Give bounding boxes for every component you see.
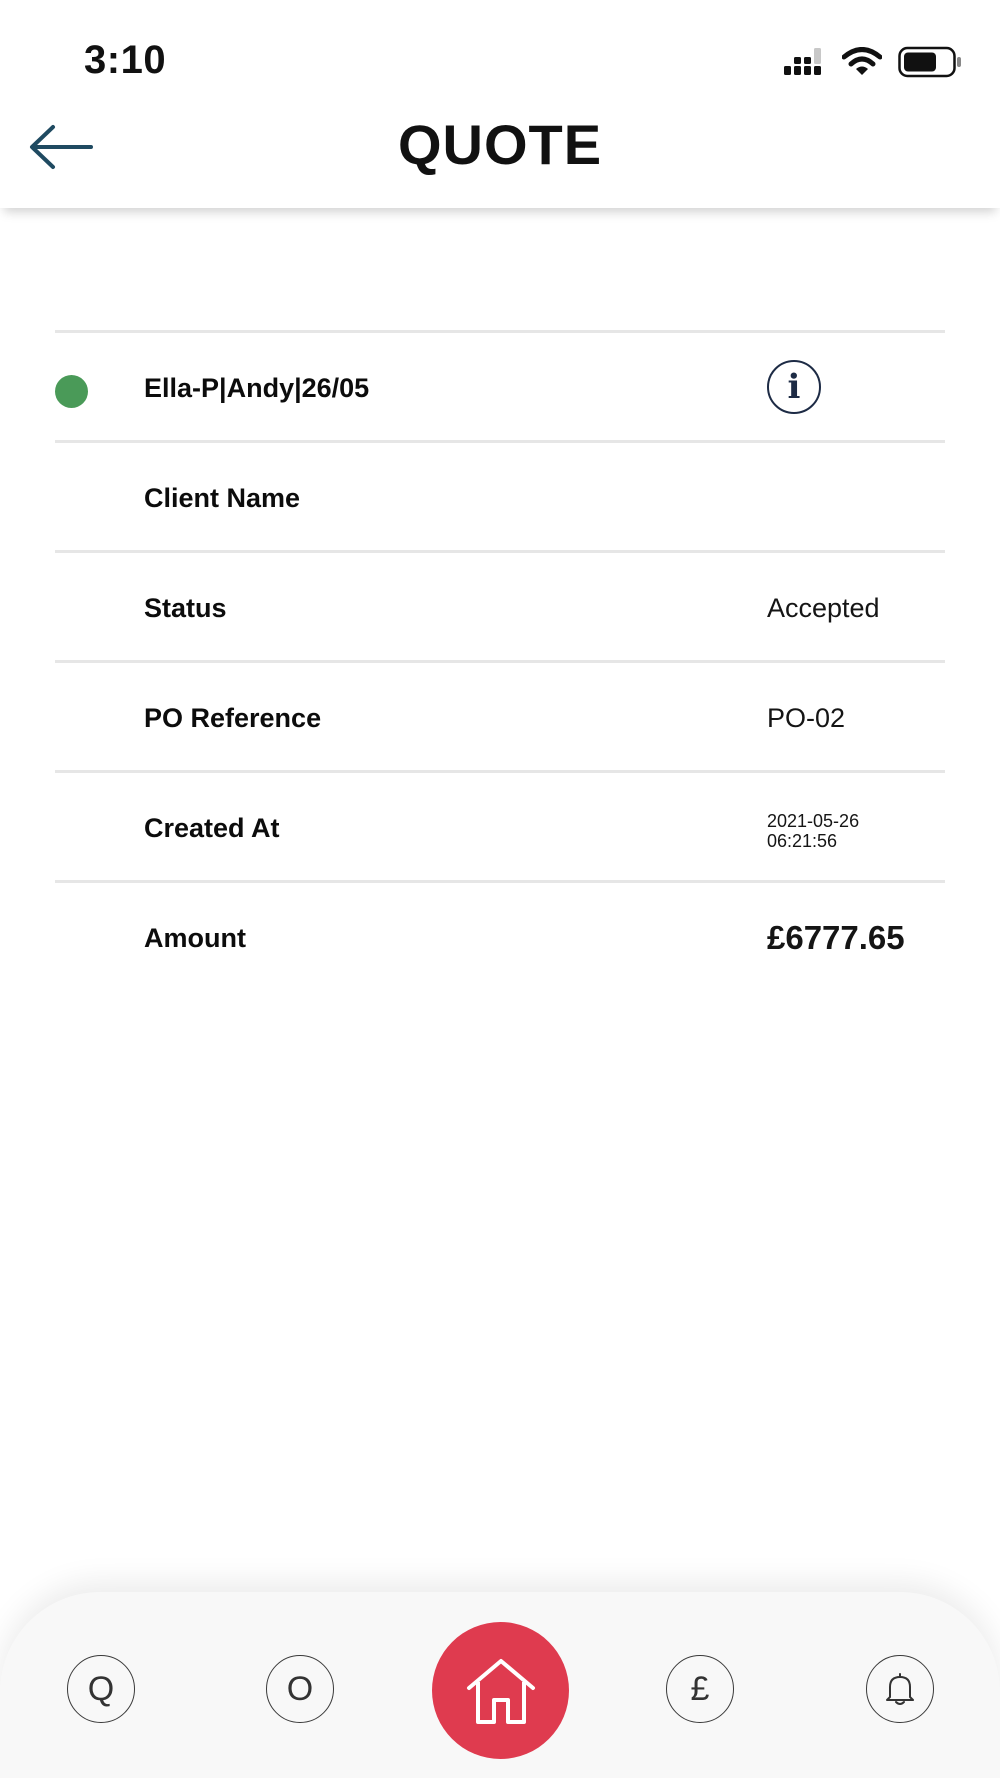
status-dot: [55, 375, 88, 408]
created-at-label: Created At: [144, 813, 280, 843]
status-icons: [784, 42, 962, 82]
created-at-value: 2021-05-26 06:21:56: [767, 811, 859, 851]
pound-icon: £: [690, 1669, 710, 1708]
client-name-row: Client Name: [55, 440, 945, 550]
q-icon: Q: [87, 1669, 115, 1708]
o-icon: O: [286, 1669, 314, 1708]
home-icon: [466, 1658, 535, 1724]
quote-name-row: Ella-P|Andy|26/05 i: [55, 330, 945, 440]
amount-row: Amount £6777.65: [55, 880, 945, 990]
created-at-time: 06:21:56: [767, 831, 838, 851]
nav-home-button[interactable]: [432, 1622, 569, 1759]
battery-icon: [898, 46, 961, 78]
amount-value: £6777.65: [767, 919, 905, 956]
quote-screen: 3:10 QUOTE Ella-P|Andy|26/05 i Client Na…: [0, 0, 1000, 1778]
nav-quotes-button[interactable]: Q: [67, 1655, 135, 1723]
status-time: 3:10: [84, 38, 167, 82]
app-header: QUOTE: [0, 90, 1000, 208]
info-button[interactable]: i: [767, 360, 821, 414]
bell-icon: [886, 1673, 914, 1705]
wifi-icon: [842, 47, 882, 75]
amount-label: Amount: [144, 923, 246, 953]
status-label: Status: [144, 593, 227, 623]
bottom-nav: Q O £: [0, 1592, 1000, 1778]
po-reference-row: PO Reference PO-02: [55, 660, 945, 770]
info-icon: i: [787, 367, 801, 407]
page-title: QUOTE: [397, 113, 603, 176]
po-reference-value: PO-02: [767, 703, 846, 733]
client-name-label: Client Name: [144, 483, 301, 513]
created-at-row: Created At 2021-05-26 06:21:56: [55, 770, 945, 880]
quote-details: Ella-P|Andy|26/05 i Client Name Status A…: [55, 330, 945, 990]
cellular-signal-icon: [784, 48, 821, 75]
status-row: Status Accepted: [55, 550, 945, 660]
nav-payments-button[interactable]: £: [666, 1655, 734, 1723]
nav-notifications-button[interactable]: [866, 1655, 934, 1723]
status-value: Accepted: [767, 593, 880, 623]
po-reference-label: PO Reference: [144, 703, 322, 733]
quote-name: Ella-P|Andy|26/05: [144, 373, 370, 403]
created-at-date: 2021-05-26: [767, 811, 860, 831]
nav-orders-button[interactable]: O: [266, 1655, 334, 1723]
